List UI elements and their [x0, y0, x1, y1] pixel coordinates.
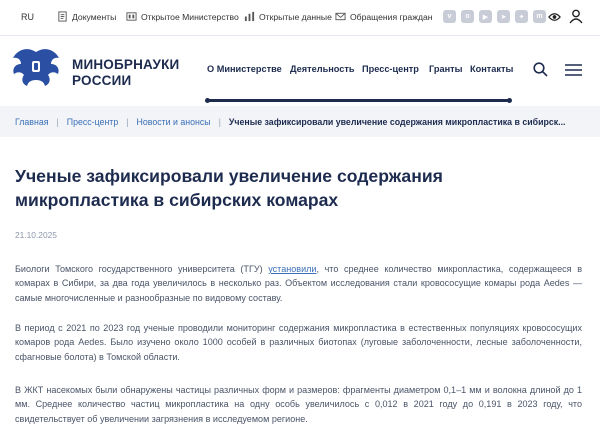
chart-icon — [244, 11, 255, 22]
article-paragraph-1: Биологи Томского государственного универ… — [15, 262, 582, 305]
brand-line-2: РОССИИ — [72, 73, 132, 88]
citizen-appeals-link[interactable]: Обращения граждан — [335, 11, 433, 22]
nav-activities[interactable]: Деятельность — [290, 64, 355, 74]
breadcrumb-news[interactable]: Новости и анонсы — [137, 117, 211, 127]
open-ministry-label: Открытое Министерство — [141, 11, 239, 22]
breadcrumb: Главная | Пресс-центр | Новости и анонсы… — [0, 106, 600, 137]
article-date: 21.10.2025 — [15, 230, 57, 240]
nav-press-center[interactable]: Пресс-центр — [362, 64, 419, 74]
breadcrumb-separator: | — [126, 116, 129, 127]
odnoklassniki-icon[interactable]: o — [461, 10, 474, 23]
source-link[interactable]: установили — [268, 264, 316, 274]
open-ministry-link[interactable]: Открытое Министерство — [126, 11, 239, 22]
paragraph-text: Биологи Томского государственного универ… — [15, 264, 269, 274]
search-icon[interactable] — [533, 62, 548, 77]
nav-underline — [205, 98, 512, 103]
article-title: Ученые зафиксировали увеличение содержан… — [15, 166, 443, 210]
breadcrumb-separator: | — [56, 116, 59, 127]
telegram-icon[interactable]: ➤ — [497, 10, 510, 23]
mail-icon — [335, 12, 346, 21]
nav-contacts[interactable]: Контакты — [470, 64, 513, 74]
documents-label: Документы — [72, 11, 117, 22]
ministry-emblem-icon[interactable] — [9, 44, 63, 92]
building-icon — [126, 12, 137, 21]
breadcrumb-current: Ученые зафиксировали увеличение содержан… — [228, 116, 566, 127]
breadcrumb-press-center[interactable]: Пресс-центр — [67, 117, 118, 127]
breadcrumb-home[interactable]: Главная — [15, 117, 48, 127]
language-switcher[interactable]: RU — [21, 12, 34, 22]
social-links: v o ▶ ➤ ✦ m — [443, 10, 546, 23]
rutube-icon[interactable]: ▶ — [479, 10, 492, 23]
document-icon — [58, 11, 67, 22]
open-data-link[interactable]: Открытые данные — [244, 11, 332, 22]
nav-about-ministry[interactable]: О Министерстве — [207, 64, 282, 74]
open-data-label: Открытые данные — [259, 11, 332, 22]
max-icon[interactable]: m — [533, 10, 546, 23]
user-account-icon[interactable] — [569, 9, 583, 24]
nav-grants[interactable]: Гранты — [429, 64, 462, 74]
citizen-appeals-label: Обращения граждан — [350, 11, 433, 22]
menu-hamburger-icon[interactable] — [565, 63, 582, 77]
article-paragraph-3: В ЖКТ насекомых были обнаружены частицы … — [15, 385, 582, 424]
documents-link[interactable]: Документы — [57, 11, 116, 22]
brand-line-1: МИНОБРНАУКИ — [72, 57, 180, 72]
vk-icon[interactable]: v — [443, 10, 456, 23]
dzen-icon[interactable]: ✦ — [515, 10, 528, 23]
breadcrumb-separator: | — [218, 116, 221, 127]
ministry-brand-name[interactable]: МИНОБРНАУКИ РОССИИ — [72, 57, 179, 89]
accessibility-eye-icon[interactable] — [548, 11, 561, 23]
article-paragraph-2: В период с 2021 по 2023 год ученые прово… — [15, 323, 582, 362]
top-utility-bar: RU Документы Открытое Министерство Откры… — [0, 0, 600, 36]
